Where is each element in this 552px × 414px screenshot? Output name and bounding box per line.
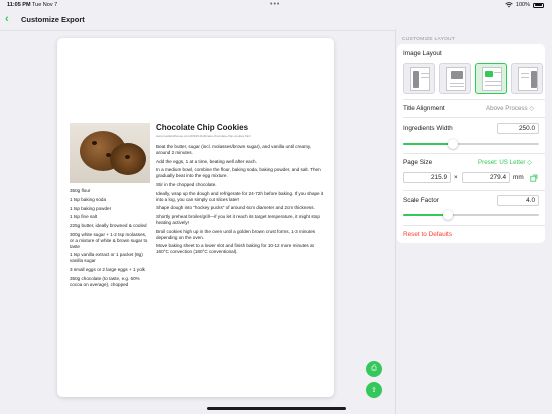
ingredient-item: 225g butter, ideally browned & cooled (70, 223, 147, 229)
row-divider (403, 225, 545, 226)
step-item: Stir in the chopped chocolate. (156, 181, 217, 187)
image-layout-picker (403, 63, 543, 94)
step-item: Shape dough into "hockey pucks" of aroun… (156, 205, 315, 211)
ingredient-item: 1 tsp baking soda (70, 196, 107, 202)
layout-text-line (521, 77, 529, 78)
ingredients-width-slider[interactable] (403, 139, 539, 149)
unit-label: mm (513, 174, 524, 181)
page-size-label: Page Size (403, 159, 433, 166)
status-time: 11:05 PM (7, 2, 31, 8)
ingredient-item: 300g white sugar + 1-2 tsp molasses, or … (70, 231, 148, 249)
cookie-image-2 (110, 143, 146, 175)
slider-knob[interactable] (442, 210, 453, 220)
scale-factor-field[interactable]: 4.0 (497, 195, 539, 206)
status-bar: 11:05 PM Tue Nov 7 ••• 100% (0, 0, 552, 11)
status-date: Tue Nov 7 (32, 2, 58, 8)
chocolate-chip (106, 153, 111, 157)
row-divider (403, 153, 545, 154)
row-divider (403, 190, 545, 191)
layout-page-icon (482, 67, 502, 91)
layout-option-left-image[interactable] (403, 63, 435, 94)
ingredient-item: 3 small eggs or 2 large eggs + 1 yolk (70, 266, 145, 272)
battery-icon (533, 2, 544, 8)
ingredient-item: 350g flour (70, 188, 91, 193)
page-size-preset-select[interactable]: Preset: US Letter ◇ (478, 159, 532, 166)
row-divider (403, 117, 545, 118)
layout-page-icon (446, 67, 466, 91)
status-right: 100% (505, 2, 544, 8)
layout-text-line (421, 73, 429, 74)
section-header: CUSTOMIZE LAYOUT (402, 37, 456, 42)
page-width-field[interactable]: 215.9 (403, 172, 451, 183)
ingredients-list: 350g flour 1 tsp baking soda 1 tsp bakin… (70, 188, 150, 290)
layout-option-inline-image[interactable] (475, 63, 507, 94)
step-item: Ideally, wrap up the dough and refrigera… (156, 190, 324, 202)
home-indicator (207, 407, 346, 410)
slider-fill (403, 214, 448, 216)
layout-page-icon (518, 67, 538, 91)
step-item: Add the eggs, 1 at a time, beating well … (156, 158, 257, 164)
layout-text-line (450, 86, 464, 87)
layout-image-block (531, 71, 537, 88)
page-height-field[interactable]: 279.4 (462, 172, 510, 183)
times-symbol: × (454, 174, 458, 181)
layout-text-line (421, 77, 429, 78)
layout-text-line (494, 72, 501, 73)
navigation-bar: ‹ Customize Export (0, 11, 552, 29)
row-divider (403, 99, 545, 100)
swap-orientation-icon[interactable] (530, 174, 538, 182)
chocolate-chip (125, 155, 130, 159)
layout-option-top-image[interactable] (439, 63, 471, 94)
title-alignment-label: Title Alignment (403, 105, 445, 112)
back-chevron-icon[interactable]: ‹ (5, 13, 9, 25)
export-preview-page: Chocolate Chip Cookies www.nestlétollhou… (57, 38, 334, 397)
title-alignment-select[interactable]: Above Process ◇ (486, 105, 534, 112)
step-item: In a medium bowl, combine the flour, bak… (156, 167, 321, 179)
step-item: Broil cookies high up in the oven until … (156, 228, 316, 240)
scale-factor-slider[interactable] (403, 210, 539, 220)
layout-image-block (485, 71, 493, 77)
step-item: Shortly preheat broiler/grill—if you let… (156, 214, 320, 225)
ingredient-item: 1 tsp vanilla extract or 1 packet (8g) v… (70, 252, 143, 264)
page-title: Customize Export (21, 15, 85, 24)
layout-option-right-image[interactable] (511, 63, 543, 94)
recipe-photo (70, 123, 150, 183)
print-button[interactable]: ⎙ (366, 361, 382, 377)
ingredient-item: 1 tsp fine salt (70, 214, 98, 220)
chocolate-chip (92, 141, 97, 145)
process-steps: Beat the butter, sugar (incl. molasses/b… (156, 144, 326, 258)
layout-text-line (485, 81, 501, 82)
share-icon: ⇪ (371, 387, 377, 394)
nav-divider (0, 30, 395, 31)
share-button[interactable]: ⇪ (366, 382, 382, 398)
ingredient-item: 1 tsp baking powder (70, 205, 112, 211)
ingredients-width-field[interactable]: 250.0 (497, 123, 539, 134)
ingredient-item: 350g chocolate (to taste, e.g. 60% cocoa… (70, 275, 140, 287)
recipe-url: www.nestlétollhouse.com/2019/10/ultimate… (156, 134, 251, 138)
ingredients-width-label: Ingredients Width (403, 125, 453, 132)
battery-percent: 100% (515, 2, 530, 8)
reset-to-defaults-button[interactable]: Reset to Defaults (403, 231, 452, 238)
scale-factor-label: Scale Factor (403, 197, 439, 204)
layout-text-line (450, 83, 464, 84)
image-layout-label: Image Layout (403, 50, 442, 57)
layout-image-block (451, 71, 463, 79)
multitasking-dots-icon[interactable]: ••• (270, 1, 280, 8)
printer-icon: ⎙ (371, 365, 377, 372)
step-item: Beat the butter, sugar (incl. molasses/b… (156, 144, 312, 155)
layout-page-icon (410, 67, 430, 91)
layout-image-block (413, 71, 419, 88)
recipe-title: Chocolate Chip Cookies (156, 123, 249, 132)
step-item: Move baking sheet to a lower slot and fi… (156, 243, 314, 255)
layout-text-line (485, 85, 501, 86)
layout-text-line (521, 73, 529, 74)
wifi-icon (505, 2, 513, 8)
slider-fill (403, 143, 454, 145)
